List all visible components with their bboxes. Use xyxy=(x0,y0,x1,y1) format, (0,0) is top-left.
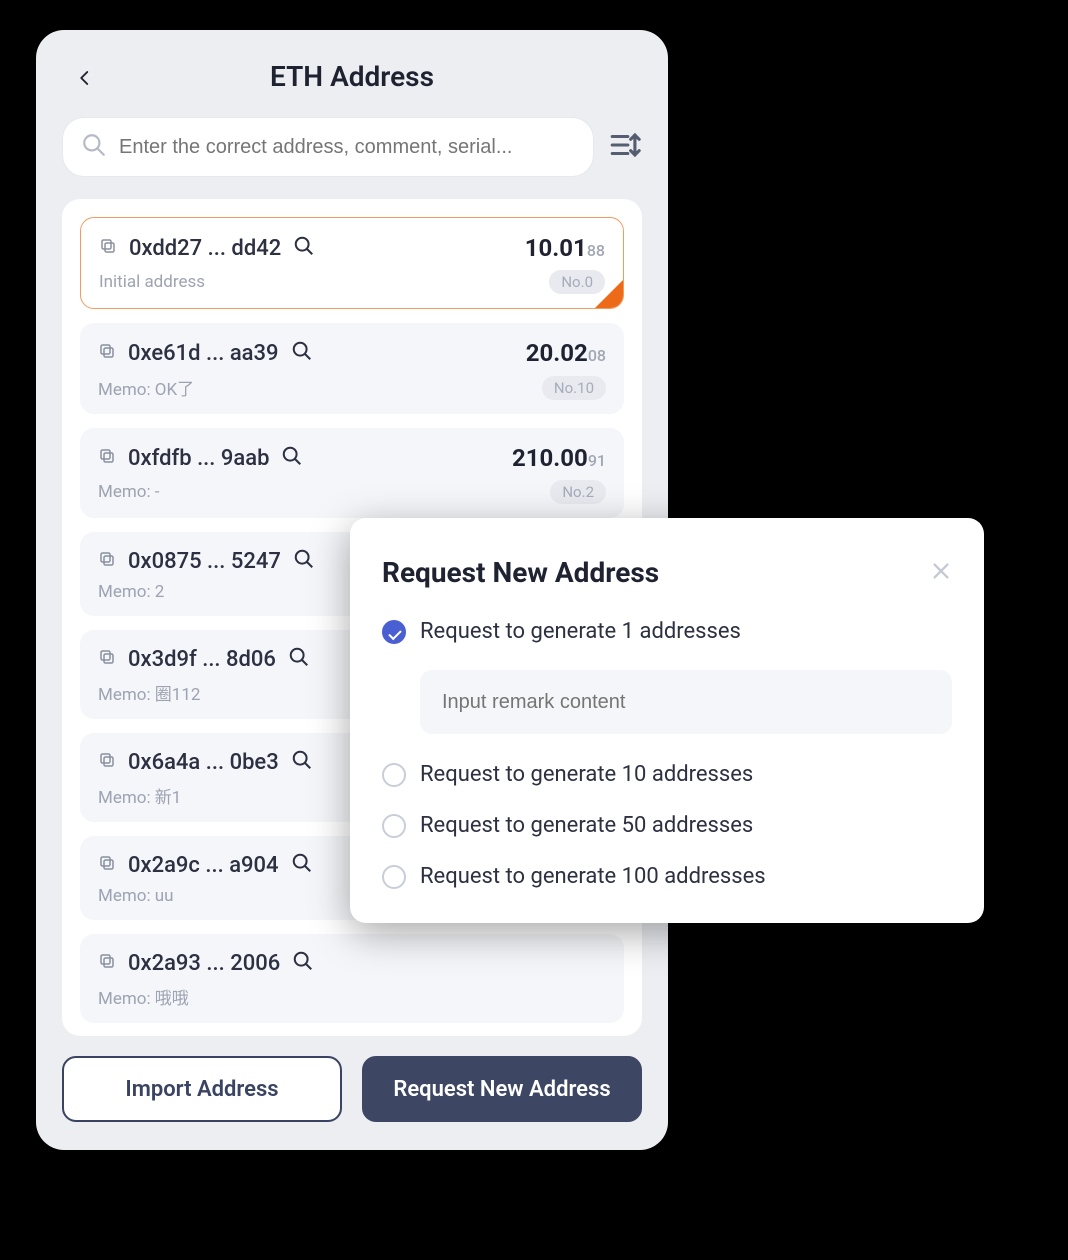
address-text: 0x3d9f ... 8d06 xyxy=(128,647,276,672)
memo-text: Memo: 新1 xyxy=(98,783,181,808)
magnify-icon[interactable] xyxy=(291,340,313,366)
generate-option[interactable]: Request to generate 50 addresses xyxy=(382,813,952,838)
copy-icon[interactable] xyxy=(98,648,116,670)
address-text: 0xdd27 ... dd42 xyxy=(129,236,281,261)
magnify-icon[interactable] xyxy=(293,548,315,574)
option-label: Request to generate 100 addresses xyxy=(420,864,766,889)
address-text: 0x2a93 ... 2006 xyxy=(128,951,280,976)
copy-icon[interactable] xyxy=(99,237,117,259)
memo-text: Memo: OK了 xyxy=(98,375,194,400)
generate-option[interactable]: Request to generate 10 addresses xyxy=(382,762,952,787)
address-text: 0x2a9c ... a904 xyxy=(128,853,279,878)
header: ETH Address xyxy=(62,60,642,93)
request-new-address-modal: Request New Address Request to generate … xyxy=(350,518,984,923)
address-item[interactable]: 0xfdfb ... 9aab 210.0091 Memo: - No.2 xyxy=(80,428,624,518)
search-input[interactable] xyxy=(119,136,575,159)
index-badge: No.0 xyxy=(549,270,605,294)
magnify-icon[interactable] xyxy=(281,445,303,471)
sort-button[interactable] xyxy=(608,128,642,166)
search-icon xyxy=(81,132,107,162)
address-item[interactable]: 0x2a93 ... 2006 Memo: 哦哦 xyxy=(80,934,624,1023)
page-title: ETH Address xyxy=(270,60,434,93)
address-text: 0xfdfb ... 9aab xyxy=(128,446,269,471)
copy-icon[interactable] xyxy=(98,342,116,364)
copy-icon[interactable] xyxy=(98,854,116,876)
magnify-icon[interactable] xyxy=(291,852,313,878)
request-new-address-button[interactable]: Request New Address xyxy=(362,1056,642,1122)
memo-text: Memo: uu xyxy=(98,886,174,906)
radio-icon xyxy=(382,763,406,787)
modal-title: Request New Address xyxy=(382,556,659,589)
balance: 210.0091 xyxy=(512,444,606,472)
radio-icon xyxy=(382,620,406,644)
memo-text: Memo: 圈112 xyxy=(98,680,200,705)
address-item[interactable]: 0xe61d ... aa39 20.0208 Memo: OK了 No.10 xyxy=(80,323,624,414)
option-label: Request to generate 10 addresses xyxy=(420,762,753,787)
generate-option[interactable]: Request to generate 1 addresses xyxy=(382,619,952,644)
import-address-button[interactable]: Import Address xyxy=(62,1056,342,1122)
option-label: Request to generate 50 addresses xyxy=(420,813,753,838)
copy-icon[interactable] xyxy=(98,550,116,572)
magnify-icon[interactable] xyxy=(292,950,314,976)
memo-text: Memo: - xyxy=(98,482,160,502)
modal-header: Request New Address xyxy=(382,556,952,589)
option-label: Request to generate 1 addresses xyxy=(420,619,741,644)
generate-option[interactable]: Request to generate 100 addresses xyxy=(382,864,952,889)
index-badge: No.2 xyxy=(550,480,606,504)
copy-icon[interactable] xyxy=(98,751,116,773)
magnify-icon[interactable] xyxy=(288,646,310,672)
magnify-icon[interactable] xyxy=(293,235,315,261)
copy-icon[interactable] xyxy=(98,952,116,974)
memo-text: Memo: 2 xyxy=(98,582,164,602)
copy-icon[interactable] xyxy=(98,447,116,469)
bottom-actions: Import Address Request New Address xyxy=(62,1056,642,1122)
balance: 10.0188 xyxy=(525,234,605,262)
memo-text: Memo: 哦哦 xyxy=(98,984,189,1009)
address-text: 0x6a4a ... 0be3 xyxy=(128,750,279,775)
close-icon[interactable] xyxy=(930,560,952,586)
balance: 20.0208 xyxy=(526,339,606,367)
remark-input[interactable] xyxy=(420,670,952,734)
radio-icon xyxy=(382,814,406,838)
search-row xyxy=(62,117,642,177)
address-text: 0x0875 ... 5247 xyxy=(128,549,281,574)
modal-options: Request to generate 1 addresses Request t… xyxy=(382,619,952,889)
magnify-icon[interactable] xyxy=(291,749,313,775)
memo-text: Initial address xyxy=(99,272,205,292)
address-text: 0xe61d ... aa39 xyxy=(128,341,279,366)
index-badge: No.10 xyxy=(542,376,606,400)
radio-icon xyxy=(382,865,406,889)
address-item[interactable]: 0xdd27 ... dd42 10.0188 Initial address No.… xyxy=(80,217,624,309)
back-button[interactable] xyxy=(76,64,100,88)
search-box[interactable] xyxy=(62,117,594,177)
